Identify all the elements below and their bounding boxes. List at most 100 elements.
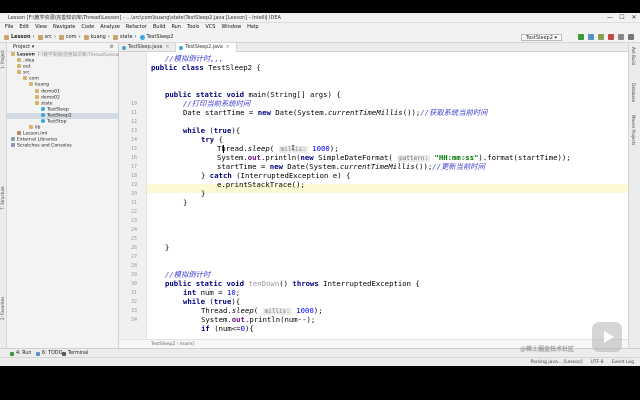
run-icon[interactable] [578,34,584,40]
status-right: Parsing java... [Lesson] UTF-8 Event Log [531,358,635,367]
crumb-src[interactable]: src › [37,32,56,43]
menu-navigate[interactable]: Navigate [53,23,75,32]
code-line-catch: } catch (InterruptedException e) { [201,171,351,180]
line-number: 18 [130,173,137,179]
maven-projects-tab[interactable]: Maven Projects [631,115,636,165]
folder-icon [35,94,39,99]
code-line-printstacktrace: e.printStackTrace(); [217,180,305,189]
run-configuration-select[interactable]: TestSleep2 ▾ [520,34,562,41]
code-line-num: int num = 10; [183,288,241,297]
menu-window[interactable]: Window [221,23,241,32]
title-bar: Lesson [F:\教学资源\完善知识库\Thread\Lesson] - .… [0,13,640,23]
java-class-icon [139,35,145,40]
line-number: 27 [130,254,137,260]
line-number: 30 [130,281,137,287]
menu-run[interactable]: Run [171,23,181,32]
video-play-icon[interactable] [592,322,622,352]
watermark: @稀土掘金技术社区 [520,346,575,353]
code-line-while2: while (true){ [183,297,241,306]
menu-view[interactable]: View [35,23,47,32]
maximize-button[interactable]: ☐ [616,13,628,23]
folder-icon [35,100,39,105]
menu-edit[interactable]: Edit [19,23,29,32]
java-class-icon [122,46,126,50]
folder-icon [112,35,118,40]
gear-icon[interactable]: ⚙ [110,43,114,52]
line-number: 17 [130,164,137,170]
code-line-1: //模拟倒计时,,, [165,54,224,63]
code-view[interactable]: //模拟倒计时,,, public class TestSleep2 { pub… [147,52,628,339]
coverage-icon[interactable] [598,34,604,40]
tab-testsleep2[interactable]: TestSleep2.java × [176,43,237,52]
line-number: 31 [130,290,137,296]
search-everywhere-icon[interactable] [628,34,634,40]
minimize-button[interactable]: — [604,13,616,23]
structure-tool-tab[interactable]: 7: Structure [0,183,7,213]
tree-item-path: F:\教学资源\完善知识库\Thread\Lesson [37,52,122,58]
java-class-icon [41,112,45,117]
debug-icon[interactable] [588,34,594,40]
menu-analyze[interactable]: Analyze [100,23,120,32]
line-number: 24 [130,227,137,233]
mouse-cursor: I [291,144,296,152]
line-number: 34 [130,317,137,323]
status-encoding[interactable]: UTF-8 [591,358,604,367]
crumb-kuang[interactable]: kuang › [83,32,110,43]
tree-item-label: kuang [35,82,50,88]
menu-build[interactable]: Build [153,23,166,32]
ant-build-tab[interactable]: Ant Build [631,47,636,87]
project-view-select[interactable]: Project ▾ [13,44,34,50]
menu-help[interactable]: Help [247,23,258,32]
window-title: Lesson [F:\教学资源\完善知识库\Thread\Lesson] - .… [8,15,281,21]
code-line-tendown: public static void tenDown() throws Inte… [165,279,420,288]
code-line-close-main: } [165,243,170,252]
folder-icon [23,76,27,81]
java-class-icon [41,119,45,124]
tree-item-label: TestSleep2 [47,113,72,119]
stop-icon[interactable] [608,34,614,40]
navigation-toolbar: Lesson › src › com › kuang › state › Tes… [0,32,640,43]
folder-icon [35,88,39,93]
project-tool-tab[interactable]: 1: Project [0,45,7,75]
folder-icon [29,82,33,87]
tree-item[interactable]: Scratches and Consoles [7,143,118,149]
code-line-comment-countdown: //模拟倒计时 [165,270,211,279]
run-icon [10,351,14,356]
code-line-try: try { [201,135,223,144]
tab-testsleep[interactable]: TestSleep.java × [119,43,177,52]
project-structure-icon[interactable] [618,34,624,40]
tree-item-label: TestSleep [47,107,69,113]
close-icon[interactable]: × [165,45,169,50]
line-number: 19 [130,182,137,188]
event-log[interactable]: Event Log [612,358,634,367]
line-number: 20 [130,191,137,197]
favorites-tool-tab[interactable]: 2: Favorites [0,293,7,323]
code-line-update-time: startTime = new Date(System.currentTimeM… [217,162,485,171]
tree-item-label: out [23,64,31,70]
line-number: 21 [130,200,137,206]
code-line-if: if (num<=0){ [201,324,254,333]
crumb-com[interactable]: com › [58,32,81,43]
close-button[interactable]: ✕ [628,13,640,23]
line-number: 28 [130,263,137,269]
folder-icon [37,35,43,40]
java-class-icon [41,106,45,111]
crumb-lesson[interactable]: Lesson › [4,32,35,43]
menu-vcs[interactable]: VCS [205,23,215,32]
line-number: 11 [130,110,137,116]
menu-refactor[interactable]: Refactor [126,23,147,32]
menu-bar: File Edit View Navigate Code Analyze Ref… [0,23,640,32]
line-number: 33 [130,308,137,314]
menu-code[interactable]: Code [81,23,94,32]
code-line-close-catch: } [201,189,206,198]
tree-item-label: lib [35,125,41,131]
crumb-state[interactable]: state › [112,32,137,43]
project-panel-header: Project ▾ ⚙ [7,43,118,52]
close-icon[interactable]: × [226,45,230,50]
folder-icon [17,70,21,75]
line-number: 16 [130,155,137,161]
crumb-testsleep2[interactable]: TestSleep2 [139,32,173,43]
left-tool-strip: 1: Project 7: Structure 2: Favorites [0,43,7,348]
menu-file[interactable]: File [5,23,13,32]
menu-tools[interactable]: Tools [187,23,199,32]
